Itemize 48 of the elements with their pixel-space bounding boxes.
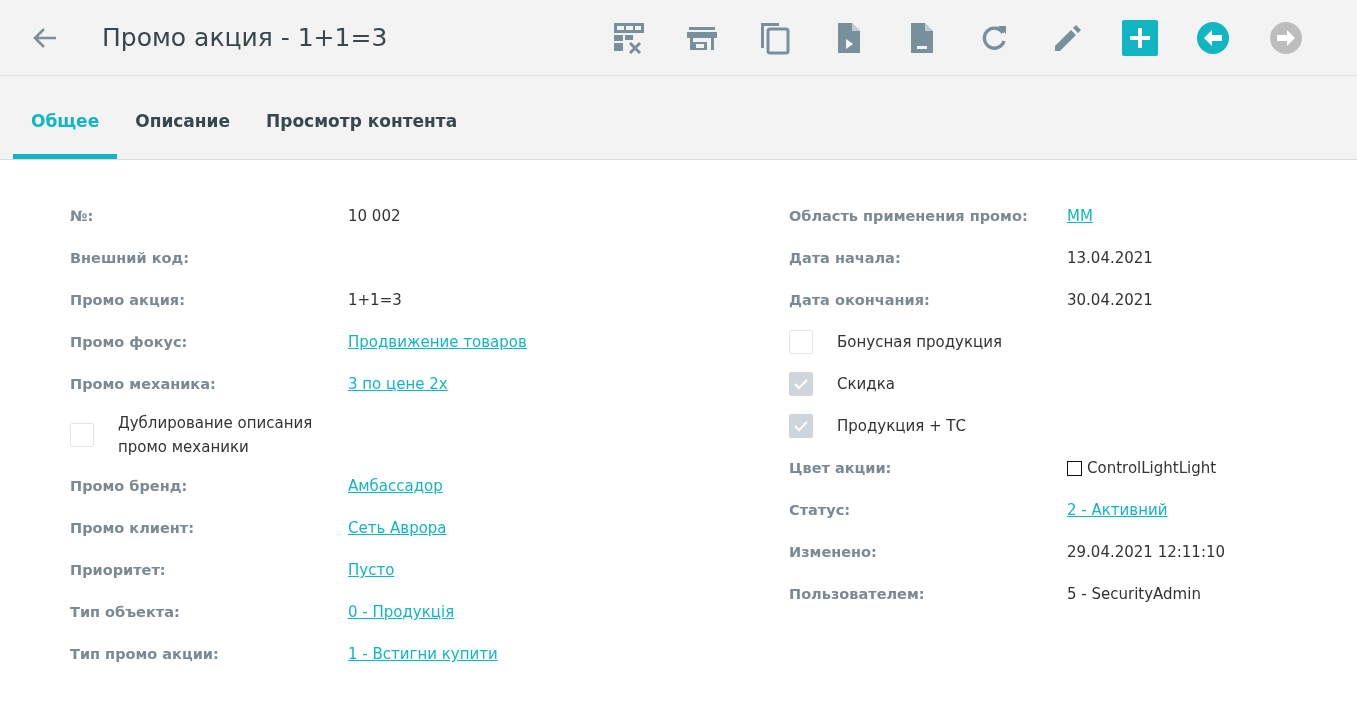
field-label: Приоритет: bbox=[70, 562, 167, 578]
field-label: Область применения промо: bbox=[789, 208, 1029, 224]
field-link[interactable]: 1 - Встигни купити bbox=[348, 645, 498, 663]
field-label: Статус: bbox=[789, 502, 852, 518]
checkbox-label: Продукция + ТС bbox=[837, 416, 967, 437]
field-label: Тип объекта: bbox=[70, 604, 181, 620]
field-link[interactable]: Сеть Аврора bbox=[348, 519, 447, 537]
checkbox-label: Скидка bbox=[837, 374, 896, 395]
field-value: ControlLightLight bbox=[1087, 459, 1217, 477]
field-value: 10 002 bbox=[348, 207, 401, 225]
tab[interactable]: Описание bbox=[117, 111, 249, 159]
field-label: Промо клиент: bbox=[70, 520, 195, 536]
field-link[interactable]: Амбассадор bbox=[348, 477, 443, 495]
field-value: 13.04.2021 bbox=[1067, 249, 1153, 267]
field-label: Промо бренд: bbox=[70, 478, 189, 494]
back-arrow-icon[interactable] bbox=[32, 26, 58, 49]
field-label: Цвет акции: bbox=[789, 460, 893, 476]
field-label: Промо механика: bbox=[70, 376, 217, 392]
field-label: №: bbox=[70, 208, 95, 224]
field-label: Промо акция: bbox=[70, 292, 186, 308]
checkbox-label: Бонусная продукция bbox=[837, 332, 1003, 353]
field-link[interactable]: 3 по цене 2х bbox=[348, 375, 448, 393]
page-title: Промо акция - 1+1=3 bbox=[102, 23, 389, 52]
checkbox[interactable] bbox=[70, 423, 94, 447]
check-icon bbox=[793, 420, 809, 432]
back-circle-icon[interactable] bbox=[1195, 19, 1231, 56]
field-link[interactable]: ММ bbox=[1067, 207, 1093, 225]
checkbox[interactable] bbox=[789, 330, 813, 354]
field-label: Дата окончания: bbox=[789, 292, 931, 308]
field-value: 29.04.2021 12:11:10 bbox=[1067, 543, 1226, 561]
field-value: 30.04.2021 bbox=[1067, 291, 1153, 309]
field-value: 5 - SecurityAdmin bbox=[1067, 585, 1201, 603]
field-label: Внешний код: bbox=[70, 250, 190, 266]
field-link[interactable]: Продвижение товаров bbox=[348, 333, 527, 351]
field-link[interactable]: Пусто bbox=[348, 561, 395, 579]
field-label: Тип промо акции: bbox=[70, 646, 220, 662]
field-label: Изменено: bbox=[789, 544, 878, 560]
field-label: Промо фокус: bbox=[70, 334, 189, 350]
checkbox-label: Дублирование описания промо механики bbox=[118, 413, 314, 458]
tab[interactable]: Просмотр контента bbox=[248, 111, 476, 159]
check-icon bbox=[793, 378, 809, 390]
tab[interactable]: Общее bbox=[13, 111, 118, 159]
field-label: Дата начала: bbox=[789, 250, 902, 266]
field-label: Пользователем: bbox=[789, 586, 926, 602]
field-link[interactable]: 0 - Продукція bbox=[348, 603, 455, 621]
field-value: 1+1=3 bbox=[348, 291, 402, 309]
add-button[interactable] bbox=[1122, 19, 1158, 56]
field-link[interactable]: 2 - Активний bbox=[1067, 501, 1168, 519]
